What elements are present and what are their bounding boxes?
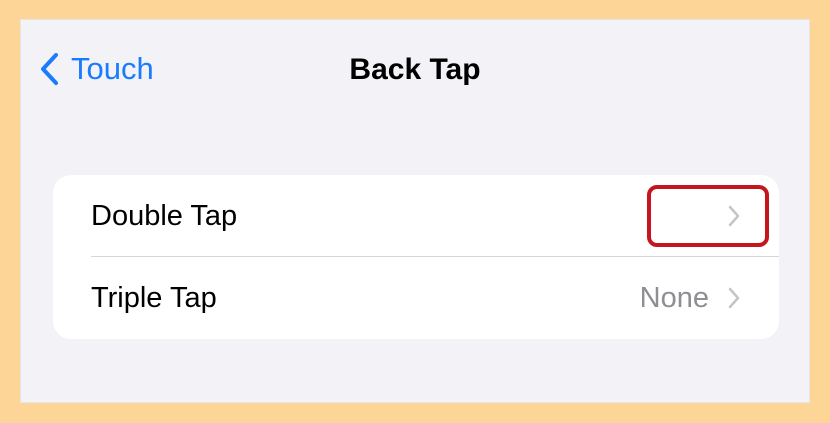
chevron-right-icon [728, 205, 740, 227]
back-tap-options-list: Double Tap Triple Tap None [53, 175, 779, 339]
double-tap-row[interactable]: Double Tap [53, 175, 779, 257]
row-value: None [639, 281, 709, 314]
row-label: Double Tap [91, 199, 238, 232]
row-label: Triple Tap [91, 281, 217, 314]
navigation-bar: Touch Back Tap [21, 20, 809, 120]
page-title: Back Tap [349, 53, 481, 86]
settings-screen: Touch Back Tap Double Tap Triple Tap Non… [20, 19, 810, 403]
triple-tap-row[interactable]: Triple Tap None [53, 257, 779, 339]
chevron-right-icon [728, 287, 740, 309]
